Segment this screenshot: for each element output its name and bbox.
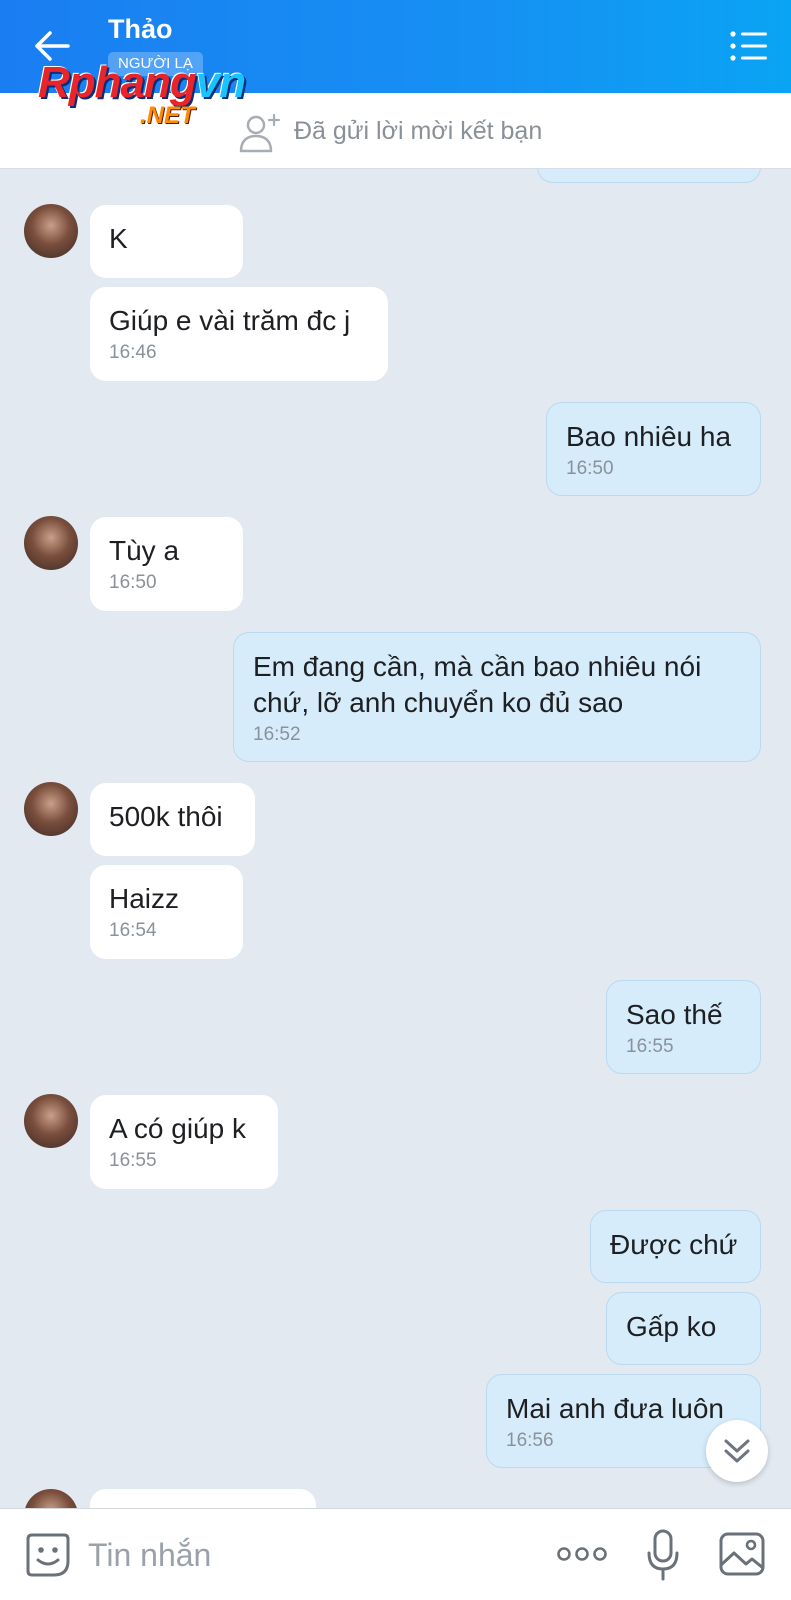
message-time: 16:52 [253,724,301,745]
contact-avatar[interactable] [24,516,78,570]
message-text: 500k thôi [109,801,223,832]
contact-name[interactable]: Thảo [108,14,173,45]
message-time: 16:55 [626,1036,674,1057]
more-options-button[interactable] [556,1539,608,1569]
message-bubble-partial [537,169,761,183]
message-text: K [109,223,128,254]
voice-message-button[interactable] [646,1529,680,1581]
message-input[interactable] [88,1531,528,1579]
message-time: 16:50 [566,458,614,479]
image-icon [719,1532,765,1576]
message-time: 16:46 [109,342,157,363]
message-time: 16:50 [109,572,157,593]
scroll-to-bottom-button[interactable] [706,1420,768,1482]
sticker-button[interactable] [24,1531,72,1579]
arrow-left-icon [35,31,70,61]
message-list[interactable]: K Giúp e vài trăm đc j 16:46 Bao nhiêu h… [0,169,791,1508]
message-bubble[interactable]: Giúp e vài trăm đc j 16:46 [90,287,388,381]
message-bubble[interactable]: Bao nhiêu ha 16:50 [546,402,761,496]
message-text: Sao thế [626,999,723,1030]
message-bubble[interactable]: Haizz 16:54 [90,865,243,959]
message-bubble[interactable]: K [90,205,243,278]
message-text: Haizz [109,883,180,914]
message-text: Được chứ [610,1229,738,1260]
contact-avatar[interactable] [24,1489,78,1508]
message-text: Em đang cần, mà cần bao nhiêu nói chứ, l… [253,651,702,718]
message-bubble[interactable]: A có giúp k 16:55 [90,1095,278,1189]
composer-bar [0,1508,791,1600]
add-friend-icon [238,111,284,153]
message-bubble[interactable]: Gấp ko [606,1292,761,1365]
message-bubble[interactable]: Tùy a 16:50 [90,517,243,611]
double-chevron-down-icon [724,1439,750,1463]
friend-request-bar: Đã gửi lời mời kết bạn [0,93,791,169]
friend-request-status: Đã gửi lời mời kết bạn [294,117,543,145]
message-text: Giúp e vài trăm đc j [109,305,351,336]
microphone-icon [647,1529,679,1581]
message-bubble-partial[interactable] [90,1489,316,1508]
message-text: Tùy a [109,535,180,566]
menu-button[interactable] [729,30,769,62]
message-bubble[interactable]: Sao thế 16:55 [606,980,761,1074]
message-bubble[interactable]: Em đang cần, mà cần bao nhiêu nói chứ, l… [233,632,761,762]
stranger-badge: NGƯỜI LẠ [108,52,203,76]
list-menu-icon [730,31,767,61]
sticker-icon [26,1533,70,1577]
message-bubble[interactable]: 500k thôi [90,783,255,856]
message-time: 16:54 [109,920,157,941]
send-image-button[interactable] [718,1531,766,1577]
contact-avatar[interactable] [24,204,78,258]
contact-avatar[interactable] [24,782,78,836]
message-text: Gấp ko [626,1311,717,1342]
contact-avatar[interactable] [24,1094,78,1148]
back-button[interactable] [30,26,74,66]
message-time: 16:55 [109,1150,157,1171]
message-text: Bao nhiêu ha [566,421,732,452]
message-bubble[interactable]: Được chứ [590,1210,761,1283]
message-text: Mai anh đưa luôn [506,1393,724,1424]
message-text: A có giúp k [109,1113,246,1144]
chat-header: Thảo NGƯỜI LẠ [0,0,791,93]
more-icon [557,1547,607,1561]
